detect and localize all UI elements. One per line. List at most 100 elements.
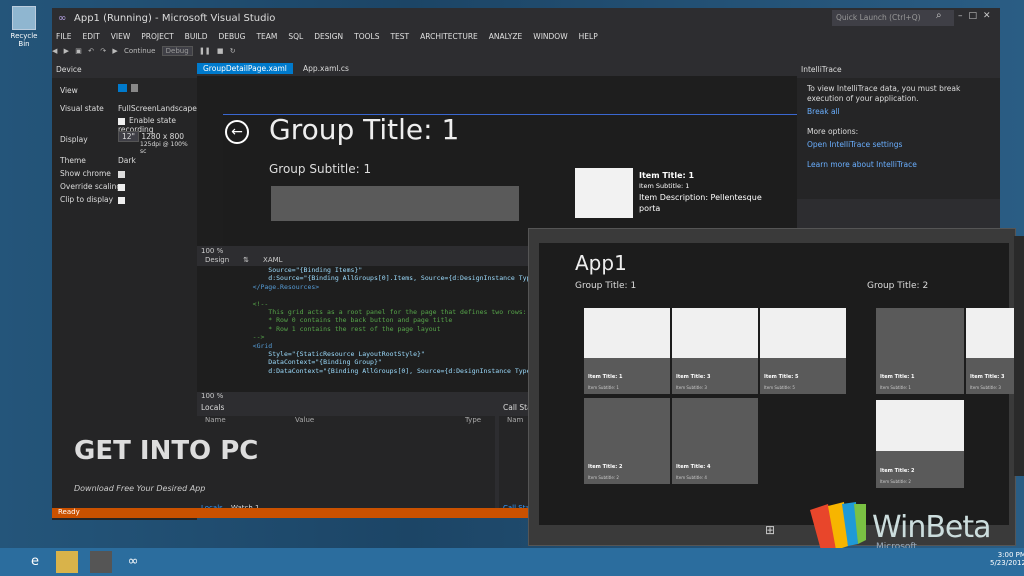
menu-test[interactable]: TEST <box>390 32 409 41</box>
app-group-title-1[interactable]: Group Title: 1 <box>575 281 636 291</box>
undo-icon[interactable]: ↶ <box>88 47 94 55</box>
menu-help[interactable]: HELP <box>579 32 598 41</box>
menu-view[interactable]: VIEW <box>111 32 131 41</box>
visual-studio-logo-icon: ∞ <box>58 13 67 24</box>
more-options-label: More options: <box>807 127 859 136</box>
item-image <box>575 168 633 218</box>
tile-title: Item Title: 2 <box>880 468 915 474</box>
editor-zoom[interactable]: 100 % <box>197 392 223 400</box>
break-all-link[interactable]: Break all <box>807 107 990 117</box>
device-panel-title: Device <box>52 64 197 78</box>
show-chrome-label: Show chrome <box>60 169 111 178</box>
menu-analyze[interactable]: ANALYZE <box>489 32 523 41</box>
app-tile[interactable]: Item Title: 5 Item Subtitle: 5 <box>760 308 846 394</box>
continue-button[interactable]: Continue <box>124 47 155 55</box>
theme-label: Theme <box>60 156 86 165</box>
display-dropdown[interactable]: 12" 1280 x 800 125dpi @ 100% sc <box>118 131 193 155</box>
menu-architecture[interactable]: ARCHITECTURE <box>420 32 478 41</box>
app-tile[interactable]: Item Title: 3 Item Subtitle: 3 <box>672 308 758 394</box>
visual-studio-icon[interactable]: ∞ <box>122 551 144 573</box>
app-tile[interactable]: Item Title: 4 Item Subtitle: 4 <box>672 398 758 484</box>
app-title: App1 <box>575 251 627 275</box>
menu-sql[interactable]: SQL <box>288 32 303 41</box>
tab-design[interactable]: Design <box>205 256 229 264</box>
search-icon[interactable]: ⌕ <box>936 10 942 21</box>
menu-team[interactable]: TEAM <box>256 32 277 41</box>
override-scaling-checkbox[interactable] <box>118 182 129 191</box>
theme-dropdown[interactable]: Dark <box>118 156 188 165</box>
window-controls[interactable]: –□✕ <box>958 11 997 21</box>
menu-debug[interactable]: DEBUG <box>218 32 245 41</box>
swap-icon[interactable]: ⇅ <box>243 256 249 264</box>
menu-design[interactable]: DESIGN <box>314 32 343 41</box>
clock-time: 3:00 PM <box>997 551 1024 559</box>
tile-subtitle: Item Subtitle: 4 <box>676 475 707 480</box>
visual-state-label: Visual state <box>60 104 104 113</box>
clip-display-checkbox[interactable] <box>118 195 129 204</box>
tile-subtitle: Item Subtitle: 3 <box>970 385 1001 390</box>
app-icon[interactable] <box>90 551 112 573</box>
design-surface[interactable]: ← Group Title: 1 Group Subtitle: 1 Item … <box>197 76 797 260</box>
tab-groupdetailpage[interactable]: GroupDetailPage.xaml <box>197 63 293 74</box>
menu-build[interactable]: BUILD <box>185 32 208 41</box>
app-tile[interactable]: Item Title: 1 Item Subtitle: 1 <box>584 308 670 394</box>
clock: 3:00 PM 5/23/2012 <box>990 551 1024 567</box>
tile-subtitle: Item Subtitle: 1 <box>588 385 619 390</box>
group-subtitle: Group Subtitle: 1 <box>269 162 372 176</box>
tile-subtitle: Item Subtitle: 3 <box>676 385 707 390</box>
back-icon[interactable]: ◀ <box>52 47 57 55</box>
menu-file[interactable]: FILE <box>56 32 71 41</box>
stop-icon[interactable]: ■ <box>217 47 224 55</box>
redo-icon[interactable]: ↷ <box>100 47 106 55</box>
tile-image <box>760 308 846 358</box>
tile-subtitle: Item Subtitle: 1 <box>880 385 911 390</box>
forward-icon[interactable]: ▶ <box>64 47 69 55</box>
tile-subtitle: Item Subtitle: 2 <box>588 475 619 480</box>
tile-subtitle: Item Subtitle: 5 <box>764 385 795 390</box>
tab-xaml[interactable]: XAML <box>263 256 283 264</box>
tile-title: Item Title: 3 <box>970 374 1005 380</box>
col-name: Name <box>205 416 226 424</box>
clock-date: 5/23/2012 <box>990 559 1024 567</box>
taskbar: e ∞ 3:00 PM 5/23/2012 <box>0 548 1024 576</box>
recycle-bin-icon <box>12 6 36 30</box>
config-dropdown[interactable]: Debug <box>161 46 193 56</box>
learn-more-link[interactable]: Learn more about IntelliTrace <box>807 160 990 170</box>
app-tile[interactable]: Item Title: 2 Item Subtitle: 2 <box>876 400 964 488</box>
app-tile[interactable]: Item Title: 1 Item Subtitle: 1 <box>876 308 964 394</box>
tile-image <box>584 308 670 358</box>
save-icon[interactable]: ▣ <box>75 47 82 55</box>
show-chrome-checkbox[interactable]: ​ <box>118 169 129 178</box>
tile-title: Item Title: 1 <box>880 374 915 380</box>
recycle-bin-shortcut[interactable]: Recycle Bin <box>4 6 44 48</box>
display-resolution: 1280 x 800 <box>141 132 184 141</box>
view-toggle[interactable] <box>118 84 138 94</box>
menu-project[interactable]: PROJECT <box>141 32 173 41</box>
intellitrace-panel: IntelliTrace To view IntelliTrace data, … <box>797 64 1000 199</box>
pause-icon[interactable]: ❚❚ <box>199 47 211 55</box>
menu-edit[interactable]: EDIT <box>82 32 99 41</box>
tab-app-xaml-cs[interactable]: App.xaml.cs <box>297 63 355 74</box>
back-button-icon[interactable]: ← <box>225 120 249 144</box>
locals-title: Locals <box>197 402 495 416</box>
col-value: Value <box>295 416 315 424</box>
menu-window[interactable]: WINDOW <box>533 32 567 41</box>
visual-state-dropdown[interactable]: FullScreenLandscape <box>118 104 197 113</box>
app-tile[interactable]: Item Title: 3 Item Subtitle: 3 <box>966 308 1014 394</box>
tile-image <box>876 400 964 452</box>
app-side-toolbar <box>1014 236 1024 476</box>
app-group-title-2[interactable]: Group Title: 2 <box>867 281 928 291</box>
play-icon[interactable]: ▶ <box>112 47 117 55</box>
menu-tools[interactable]: TOOLS <box>354 32 379 41</box>
intellitrace-message: To view IntelliTrace data, you must brea… <box>807 84 961 103</box>
restart-icon[interactable]: ↻ <box>230 47 236 55</box>
ie-icon[interactable]: e <box>24 551 46 573</box>
explorer-icon[interactable] <box>56 551 78 573</box>
tile-title: Item Title: 2 <box>588 464 623 470</box>
col-type: Type <box>465 416 482 424</box>
watermark-tagline: Download Free Your Desired App <box>74 484 206 493</box>
tile-title: Item Title: 4 <box>676 464 711 470</box>
app-tile[interactable]: Item Title: 2 Item Subtitle: 2 <box>584 398 670 484</box>
open-settings-link[interactable]: Open IntelliTrace settings <box>807 140 990 150</box>
tile-image <box>966 308 1014 358</box>
